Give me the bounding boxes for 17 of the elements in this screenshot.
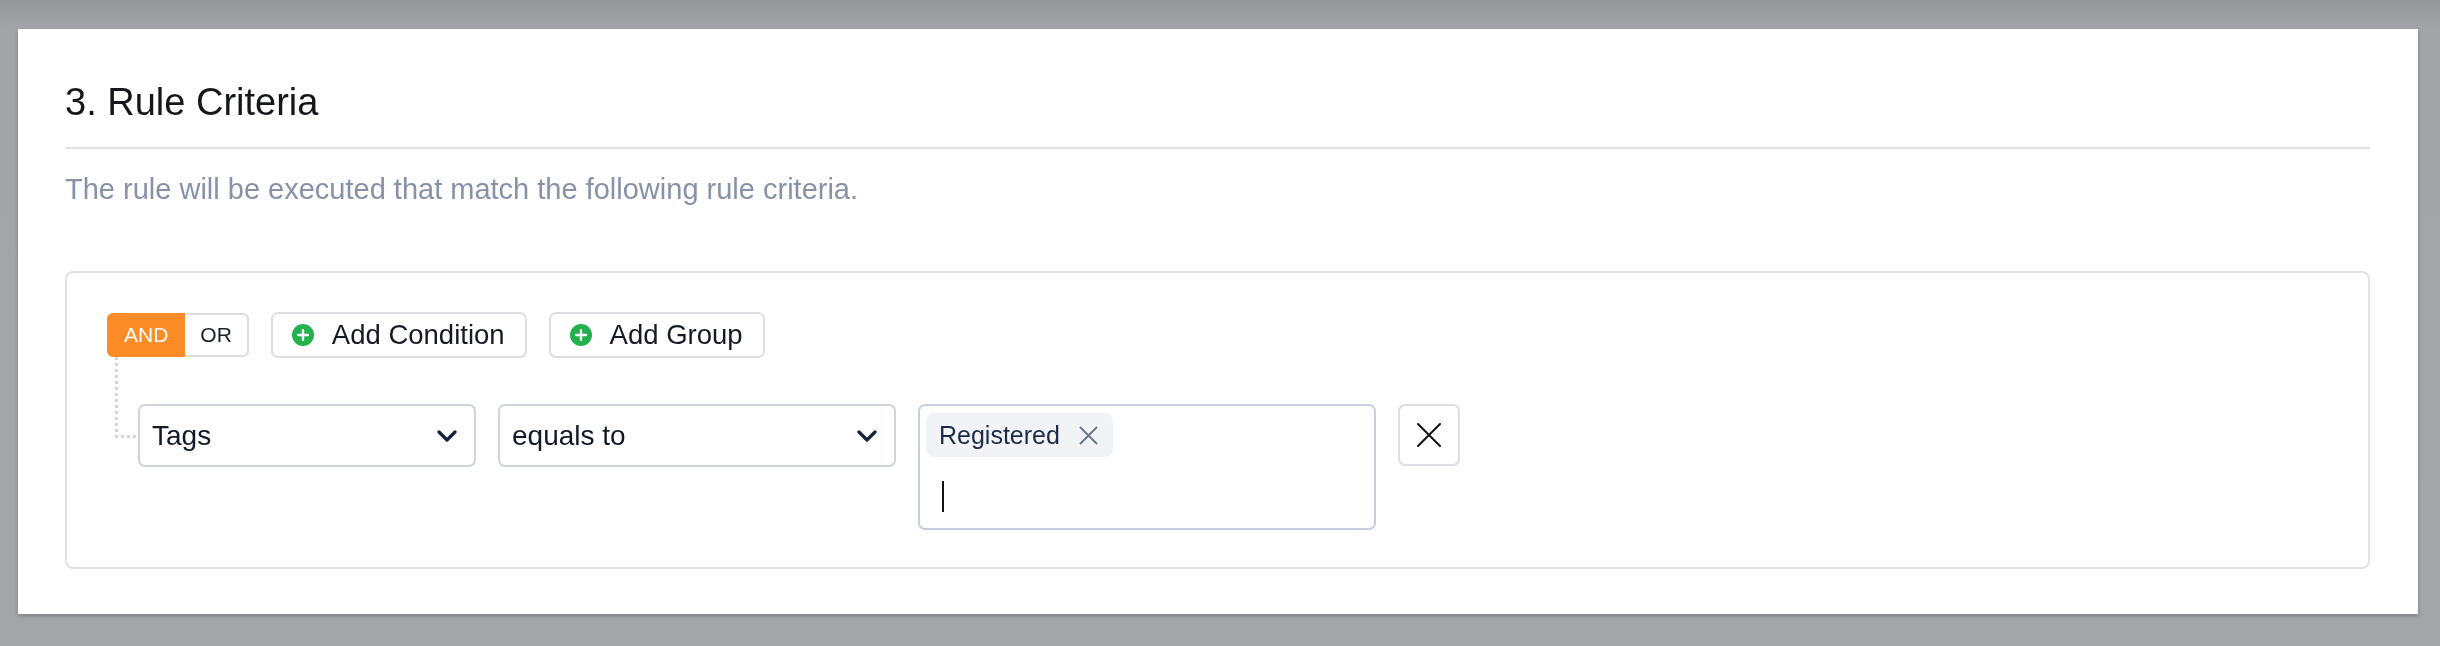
tag-input-field[interactable]: Registered (918, 404, 1376, 530)
chevron-down-icon (857, 429, 877, 442)
text-cursor-icon (942, 481, 944, 512)
close-icon[interactable] (1078, 425, 1098, 445)
plus-circle-icon (569, 324, 592, 346)
section-title: 3. Rule Criteria (65, 80, 320, 124)
add-group-button[interactable]: Add Group (548, 312, 765, 358)
chevron-down-icon (437, 429, 457, 442)
logic-operator-tab[interactable]: OR (185, 313, 249, 357)
plus-circle-icon (291, 324, 314, 346)
field-select[interactable]: Tags (138, 404, 476, 467)
tag-label: Registered (939, 420, 1060, 450)
section-description: The rule will be executed that match the following rule criteria. (65, 172, 860, 207)
close-icon (1417, 423, 1441, 447)
add-condition-button[interactable]: Add Condition (270, 312, 527, 358)
remove-condition-button[interactable] (1398, 404, 1460, 466)
operator-select[interactable]: equals to (498, 404, 896, 467)
